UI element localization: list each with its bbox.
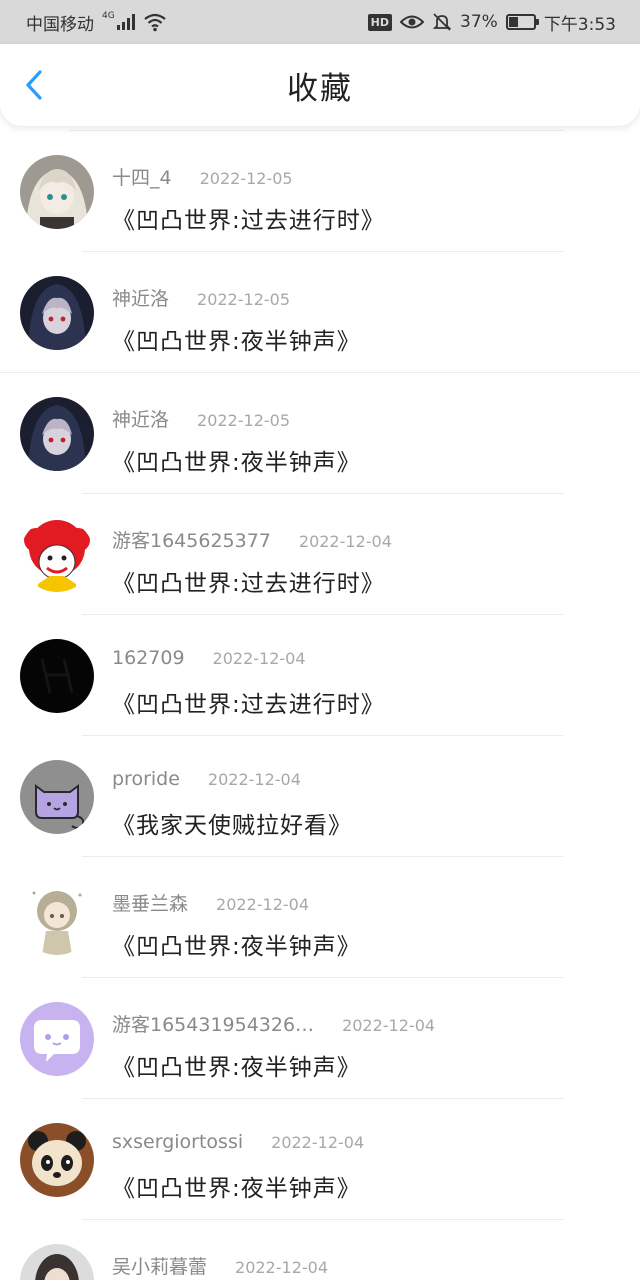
battery-icon xyxy=(505,14,539,30)
battery-level-fill xyxy=(508,17,519,27)
username[interactable]: sxsergiortossi xyxy=(112,1131,243,1153)
username[interactable]: 十四_4 xyxy=(112,163,172,190)
cat-avatar[interactable] xyxy=(20,760,94,834)
username[interactable]: 吴小莉暮蕾 xyxy=(112,1252,207,1279)
date: 2022-12-04 xyxy=(207,770,301,789)
dark-avatar[interactable] xyxy=(20,639,94,713)
work-title[interactable]: 《凹凸世界:过去进行时》 xyxy=(112,564,385,598)
carrier-label: 中国移动 xyxy=(26,14,94,35)
favorites-list: 十四_4 2022-12-05 《凹凸世界:过去进行时》 神近洛 2022-12… xyxy=(0,130,640,1280)
username[interactable]: 神近洛 xyxy=(112,405,169,432)
page-header: 收藏 xyxy=(0,44,640,126)
clock: 下午3:53 xyxy=(543,14,616,35)
date: 2022-12-05 xyxy=(199,169,293,188)
network-type-label: 4G xyxy=(102,11,115,21)
date: 2022-12-04 xyxy=(235,1258,328,1277)
clown-avatar[interactable] xyxy=(20,518,94,592)
chibi-girl-avatar[interactable] xyxy=(20,881,94,955)
wifi-icon xyxy=(144,13,166,32)
username[interactable]: 游客165431954326… xyxy=(112,1010,314,1037)
username[interactable]: 墨垂兰森 xyxy=(112,889,188,916)
battery-percent: 37% xyxy=(460,12,498,32)
date: 2022-12-05 xyxy=(197,411,290,430)
username[interactable]: proride xyxy=(112,768,180,790)
date: 2022-12-04 xyxy=(298,532,392,551)
date: 2022-12-04 xyxy=(212,649,306,668)
favorite-item[interactable]: 神近洛 2022-12-05 《凹凸世界:夜半钟声》 xyxy=(0,252,640,373)
hd-badge: HD xyxy=(367,13,393,31)
work-title[interactable]: 《凹凸世界:夜半钟声》 xyxy=(112,443,361,477)
username[interactable]: 神近洛 xyxy=(112,284,169,311)
work-title[interactable]: 《凹凸世界:夜半钟声》 xyxy=(112,1169,361,1203)
work-title[interactable]: 《我家天使贼拉好看》 xyxy=(112,806,352,840)
username[interactable]: 游客1645625377 xyxy=(112,526,271,553)
work-title[interactable]: 《凹凸世界:夜半钟声》 xyxy=(112,927,361,961)
favorite-item[interactable]: 游客1645625377 2022-12-04 《凹凸世界:过去进行时》 xyxy=(0,494,640,615)
hooded-character-avatar[interactable] xyxy=(20,397,94,471)
anime-girl-avatar[interactable] xyxy=(20,155,94,229)
favorite-item[interactable]: 游客165431954326… 2022-12-04 《凹凸世界:夜半钟声》 xyxy=(0,978,640,1099)
date: 2022-12-04 xyxy=(216,895,309,914)
work-title[interactable]: 《凹凸世界:过去进行时》 xyxy=(112,201,385,235)
work-title[interactable]: 《凹凸世界:过去进行时》 xyxy=(112,685,385,719)
signal-icon xyxy=(116,14,135,30)
date: 2022-12-04 xyxy=(271,1133,365,1152)
date: 2022-12-04 xyxy=(342,1016,436,1035)
work-title[interactable]: 《凹凸世界:夜半钟声》 xyxy=(112,1048,361,1082)
panda-avatar[interactable] xyxy=(20,1123,94,1197)
favorite-item[interactable]: 神近洛 2022-12-05 《凹凸世界:夜半钟声》 xyxy=(0,373,640,494)
favorite-item[interactable]: 十四_4 2022-12-05 《凹凸世界:过去进行时》 xyxy=(0,131,640,252)
back-arrow-icon[interactable] xyxy=(18,68,52,102)
bell-off-icon xyxy=(432,13,452,31)
hooded-character-avatar[interactable] xyxy=(20,276,94,350)
girl-photo-avatar[interactable] xyxy=(20,1244,94,1280)
page-title: 收藏 xyxy=(287,70,353,107)
favorite-item[interactable]: 吴小莉暮蕾 2022-12-04 xyxy=(0,1220,640,1280)
status-bar: 中国移动 4G HD 37% 下午3:53 xyxy=(0,0,640,44)
favorite-item[interactable]: sxsergiortossi 2022-12-04 《凹凸世界:夜半钟声》 xyxy=(0,1099,640,1220)
date: 2022-12-05 xyxy=(197,290,290,309)
chat-bubble-avatar[interactable] xyxy=(20,1002,94,1076)
favorite-item[interactable]: 墨垂兰森 2022-12-04 《凹凸世界:夜半钟声》 xyxy=(0,857,640,978)
favorite-item[interactable]: 162709 2022-12-04 《凹凸世界:过去进行时》 xyxy=(0,615,640,736)
eye-icon xyxy=(400,15,425,29)
favorite-item[interactable]: proride 2022-12-04 《我家天使贼拉好看》 xyxy=(0,736,640,857)
work-title[interactable]: 《凹凸世界:夜半钟声》 xyxy=(112,322,361,356)
username[interactable]: 162709 xyxy=(112,647,185,669)
